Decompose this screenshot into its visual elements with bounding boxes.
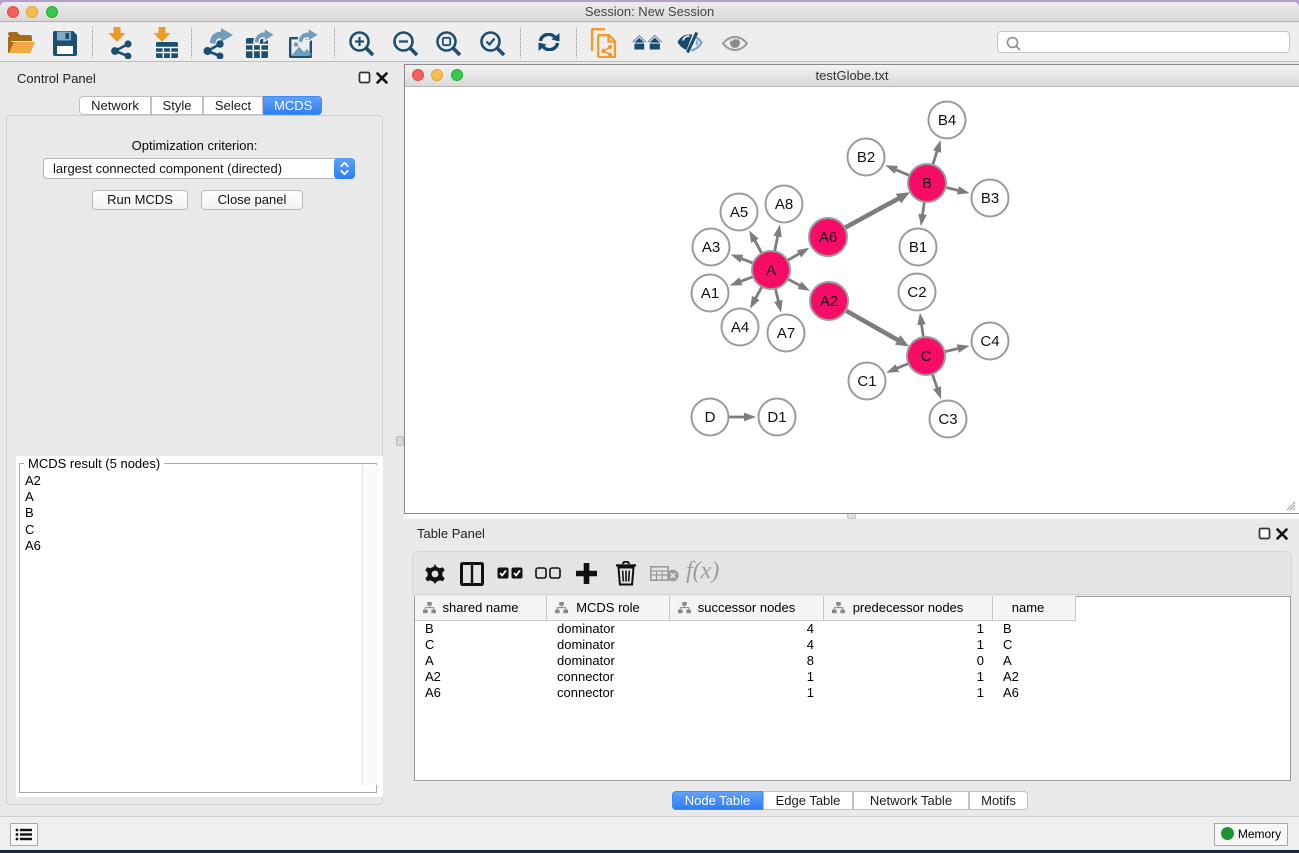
svg-text:A: A: [766, 262, 776, 279]
svg-text:A2: A2: [820, 293, 838, 310]
svg-text:C: C: [921, 348, 932, 365]
svg-text:D: D: [705, 409, 716, 426]
svg-text:D1: D1: [767, 409, 786, 426]
svg-text:A4: A4: [731, 319, 749, 336]
svg-text:C1: C1: [857, 373, 876, 390]
svg-text:A3: A3: [702, 239, 720, 256]
svg-text:A7: A7: [777, 325, 795, 342]
svg-text:B2: B2: [857, 149, 875, 166]
svg-text:B: B: [922, 175, 932, 192]
svg-text:C3: C3: [938, 411, 957, 428]
svg-text:C2: C2: [907, 284, 926, 301]
svg-text:B4: B4: [938, 112, 956, 129]
svg-text:A5: A5: [730, 204, 748, 221]
svg-text:C4: C4: [980, 333, 999, 350]
svg-text:A1: A1: [701, 285, 719, 302]
svg-text:B1: B1: [909, 239, 927, 256]
svg-text:B3: B3: [981, 190, 999, 207]
svg-text:A8: A8: [775, 196, 793, 213]
svg-text:A6: A6: [819, 229, 837, 246]
